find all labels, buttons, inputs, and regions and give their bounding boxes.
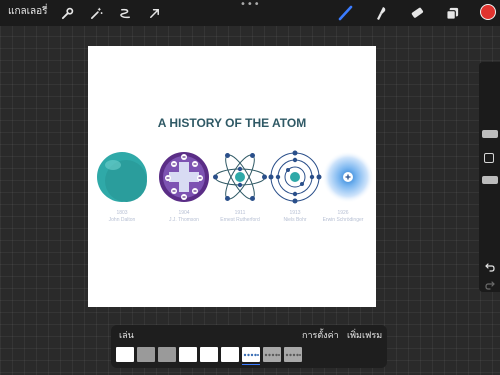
brush-icon[interactable] <box>337 4 355 22</box>
top-toolbar: แกลเลอรี่ ••• <box>0 0 500 26</box>
scientist-name: Niels Bohr <box>283 217 307 223</box>
add-frame-button[interactable]: เพิ่มเฟรม <box>347 330 382 342</box>
animation-assist-panel: เล่น การตั้งค่า เพิ่มเฟรม <box>111 325 387 368</box>
year-label: 1926 <box>337 210 349 216</box>
frame-thumbnail[interactable] <box>116 347 134 362</box>
scientist-name: John Dalton <box>108 217 136 223</box>
selection-icon[interactable] <box>116 4 134 22</box>
bohr-model-illustration <box>268 150 322 204</box>
frame-thumbnail[interactable] <box>221 347 239 362</box>
caption-schrodinger: 1926 Erwin Schrödinger <box>310 210 376 224</box>
brush-size-slider[interactable] <box>482 130 498 138</box>
rutherford-model-illustration <box>213 153 267 201</box>
scientist-name: J.J. Thomson <box>169 217 199 223</box>
smudge-icon[interactable] <box>372 4 390 22</box>
caption-dalton: 1803 John Dalton <box>89 210 155 224</box>
right-sidebar <box>479 62 500 292</box>
settings-button[interactable]: การตั้งค่า <box>302 330 339 342</box>
year-label: 1803 <box>116 210 128 216</box>
more-dots[interactable]: ••• <box>240 0 261 10</box>
redo-icon[interactable] <box>484 276 496 290</box>
frame-thumbnail[interactable] <box>137 347 155 362</box>
thomson-model-illustration <box>159 152 209 202</box>
gallery-button[interactable]: แกลเลอรี่ <box>8 5 48 19</box>
schrodinger-model-illustration <box>322 151 374 203</box>
layers-icon[interactable] <box>443 4 461 22</box>
wrench-icon[interactable] <box>58 4 76 22</box>
frame-thumbnail[interactable] <box>242 347 260 365</box>
undo-icon[interactable] <box>484 258 496 272</box>
transform-arrow-icon[interactable] <box>145 4 163 22</box>
current-color-swatch[interactable] <box>480 4 496 20</box>
frame-thumbnail[interactable] <box>200 347 218 362</box>
eraser-icon[interactable] <box>408 4 426 22</box>
frame-thumbnail[interactable] <box>179 347 197 362</box>
frame-thumbnail[interactable] <box>284 347 302 362</box>
opacity-slider[interactable] <box>482 176 498 184</box>
frame-thumbnail[interactable] <box>263 347 281 362</box>
modify-button[interactable] <box>484 153 494 163</box>
scientist-name: Ernest Rutherford <box>220 217 260 223</box>
dalton-model-illustration <box>97 152 147 202</box>
frame-thumbnail[interactable] <box>158 347 176 362</box>
artwork-title: A HISTORY OF THE ATOM <box>157 116 307 130</box>
drawing-canvas[interactable]: A HISTORY OF THE ATOM 1803 John Dalton 1… <box>88 46 376 307</box>
play-button[interactable]: เล่น <box>119 330 134 342</box>
scientist-name: Erwin Schrödinger <box>322 217 364 223</box>
magic-wand-icon[interactable] <box>87 4 105 22</box>
